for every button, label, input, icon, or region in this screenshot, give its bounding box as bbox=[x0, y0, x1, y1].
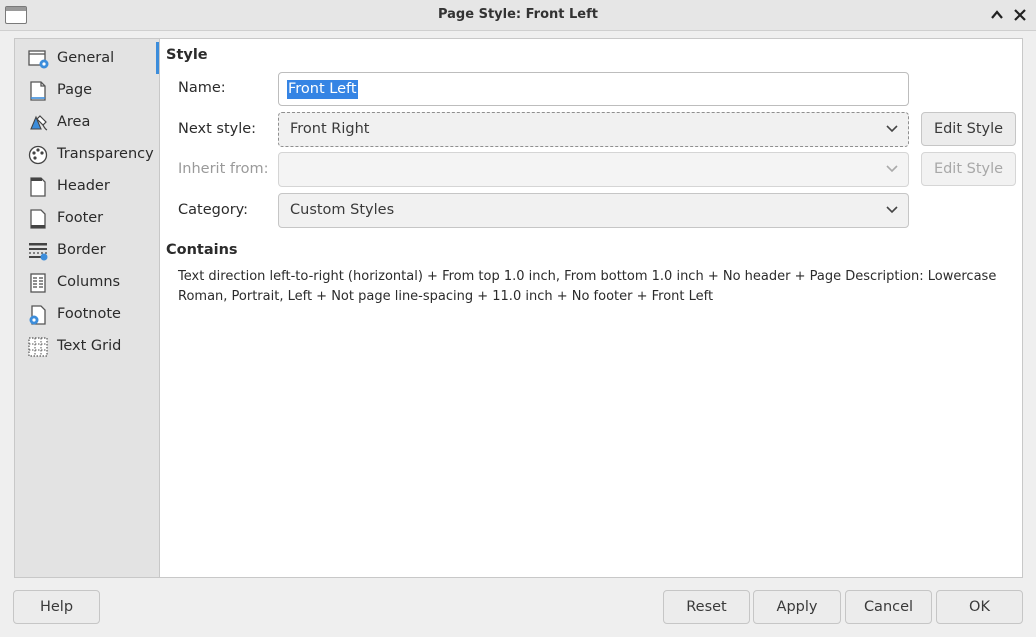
footer-icon bbox=[28, 209, 50, 229]
chevron-up-icon[interactable] bbox=[987, 4, 1007, 26]
sidebar: General Page Area Transparency Header Fo… bbox=[14, 38, 159, 578]
contains-description: Text direction left-to-right (horizontal… bbox=[178, 269, 997, 304]
next-style-label: Next style: bbox=[178, 121, 257, 137]
sidebar-item-label: Footnote bbox=[57, 306, 121, 322]
sidebar-item-label: General bbox=[57, 50, 115, 66]
footnote-icon bbox=[28, 305, 50, 325]
page-icon bbox=[28, 81, 50, 101]
sidebar-item-label: Columns bbox=[57, 274, 121, 290]
sidebar-item-page[interactable]: Page bbox=[15, 76, 160, 106]
cancel-button[interactable]: Cancel bbox=[845, 590, 932, 624]
sidebar-item-columns[interactable]: Columns bbox=[15, 268, 160, 298]
header-icon bbox=[28, 177, 50, 197]
window-title: Page Style: Front Left bbox=[437, 7, 598, 22]
section-title-contains: Contains bbox=[166, 242, 238, 258]
sidebar-item-transparency[interactable]: Transparency bbox=[15, 140, 160, 170]
sidebar-item-label: Page bbox=[57, 82, 93, 98]
columns-icon bbox=[28, 273, 50, 293]
chevron-down-icon bbox=[886, 165, 898, 173]
area-icon bbox=[28, 113, 50, 133]
sidebar-item-label: Transparency bbox=[57, 146, 154, 162]
ok-button[interactable]: OK bbox=[936, 590, 1023, 624]
apply-button[interactable]: Apply bbox=[753, 590, 841, 624]
transparency-icon bbox=[28, 145, 50, 165]
text-grid-icon bbox=[28, 337, 50, 357]
chevron-down-icon bbox=[886, 206, 898, 214]
sidebar-item-label: Text Grid bbox=[57, 338, 122, 354]
sidebar-item-label: Footer bbox=[57, 210, 104, 226]
category-select[interactable]: Custom Styles bbox=[278, 193, 909, 228]
next-style-select[interactable]: Front Right bbox=[278, 112, 909, 147]
sidebar-item-area[interactable]: Area bbox=[15, 108, 160, 138]
chevron-down-icon bbox=[886, 125, 898, 133]
general-icon bbox=[28, 49, 50, 69]
edit-next-style-button[interactable]: Edit Style bbox=[921, 112, 1016, 146]
next-style-value: Front Right bbox=[290, 121, 370, 137]
sidebar-item-label: Header bbox=[57, 178, 110, 194]
name-field[interactable]: Front Left bbox=[278, 72, 909, 106]
section-title-style: Style bbox=[166, 47, 208, 63]
category-value: Custom Styles bbox=[290, 202, 395, 218]
edit-inherit-style-button[interactable]: Edit Style bbox=[921, 152, 1016, 186]
inherit-from-label: Inherit from: bbox=[178, 161, 269, 177]
active-indicator bbox=[156, 42, 159, 74]
reset-button[interactable]: Reset bbox=[663, 590, 750, 624]
category-label: Category: bbox=[178, 202, 249, 218]
sidebar-item-text-grid[interactable]: Text Grid bbox=[15, 332, 160, 362]
style-panel: Style Name: Front Left Next style: Front… bbox=[156, 38, 1023, 578]
sidebar-item-label: Border bbox=[57, 242, 106, 258]
sidebar-item-label: Area bbox=[57, 114, 91, 130]
sidebar-item-footnote[interactable]: Footnote bbox=[15, 300, 160, 330]
name-value: Front Left bbox=[287, 80, 358, 99]
sidebar-item-general[interactable]: General bbox=[15, 44, 160, 74]
sidebar-item-header[interactable]: Header bbox=[15, 172, 160, 202]
title-bar: Page Style: Front Left bbox=[0, 0, 1036, 31]
name-label: Name: bbox=[178, 80, 226, 96]
border-icon bbox=[28, 241, 50, 261]
sidebar-item-border[interactable]: Border bbox=[15, 236, 160, 266]
inherit-from-select[interactable] bbox=[278, 152, 909, 187]
help-button[interactable]: Help bbox=[13, 590, 100, 624]
sidebar-item-footer[interactable]: Footer bbox=[15, 204, 160, 234]
close-icon[interactable] bbox=[1010, 4, 1030, 26]
